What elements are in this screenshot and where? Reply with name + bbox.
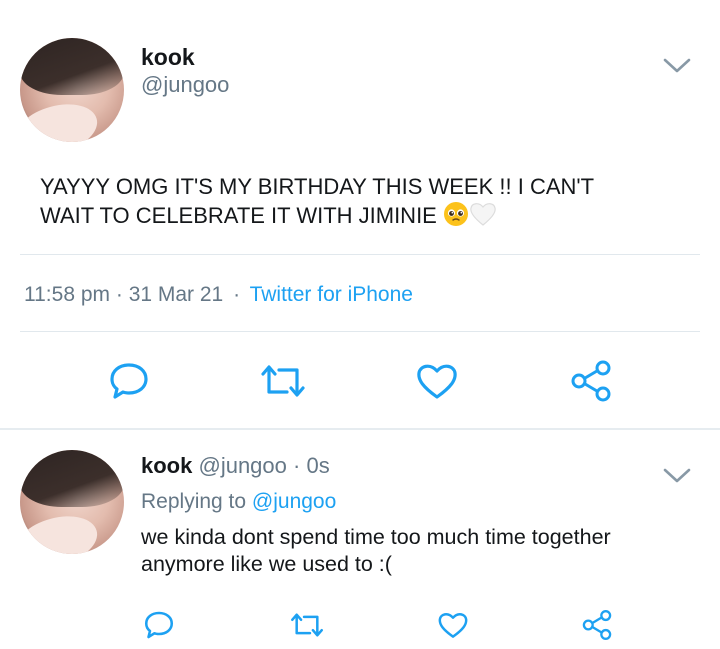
retweet-button[interactable] — [258, 356, 308, 406]
share-icon — [571, 360, 611, 402]
display-name[interactable]: kook — [141, 44, 195, 71]
chevron-down-icon[interactable] — [663, 58, 691, 74]
retweet-button[interactable] — [285, 606, 329, 644]
tweet-age: 0s — [306, 453, 330, 478]
reply-text: we kinda dont spend time too much time t… — [141, 524, 711, 578]
tweet-meta: 11:58 pm · 31 Mar 21 · Twitter for iPhon… — [24, 283, 413, 307]
avatar[interactable] — [20, 38, 124, 142]
chevron-down-icon[interactable] — [663, 468, 691, 484]
share-button[interactable] — [578, 606, 616, 644]
share-icon — [582, 610, 612, 640]
tweet-text-line-2-text: WAIT TO CELEBRATE IT WITH JIMINIE — [40, 203, 437, 228]
avatar-hand — [20, 95, 103, 142]
avatar[interactable] — [20, 450, 124, 554]
comment-icon — [144, 611, 174, 639]
reply-header: kook @jungoo · 0s — [141, 453, 330, 479]
meta-separator: · — [233, 283, 241, 306]
replying-to-label: Replying to — [141, 490, 247, 513]
avatar-hair — [20, 38, 124, 96]
white-heart-icon — [469, 201, 497, 234]
like-button[interactable] — [434, 606, 472, 644]
tweet-text-line-1: YAYYY OMG IT'S MY BIRTHDAY THIS WEEK !! … — [40, 174, 595, 199]
mention-link[interactable]: @jungoo — [252, 490, 336, 513]
reply-text-line-2: anymore like we used to :( — [141, 552, 392, 576]
divider — [20, 331, 700, 332]
reply-button[interactable] — [104, 356, 154, 406]
tweet-time: 11:58 pm — [24, 283, 110, 306]
avatar-hair — [20, 450, 124, 508]
tweet-text: YAYYY OMG IT'S MY BIRTHDAY THIS WEEK !! … — [40, 172, 700, 234]
heart-icon — [438, 613, 468, 638]
replying-to: Replying to @jungoo — [141, 490, 336, 514]
meta-separator: · — [115, 283, 123, 306]
section-divider — [0, 428, 720, 430]
reply-text-line-1: we kinda dont spend time too much time t… — [141, 525, 611, 549]
meta-separator: · — [293, 453, 301, 478]
user-handle[interactable]: @jungoo — [198, 453, 286, 478]
tweet-source-link[interactable]: Twitter for iPhone — [250, 283, 413, 306]
tweet-date: 31 Mar 21 — [128, 283, 224, 306]
display-name[interactable]: kook — [141, 453, 192, 478]
pleading-face-icon — [443, 201, 469, 234]
user-handle[interactable]: @jungoo — [141, 72, 229, 98]
avatar-hand — [20, 507, 103, 554]
like-button[interactable] — [412, 356, 462, 406]
retweet-icon — [291, 613, 323, 637]
reply-button[interactable] — [140, 606, 178, 644]
retweet-icon — [261, 365, 305, 397]
heart-icon — [417, 364, 457, 399]
divider — [20, 254, 700, 255]
share-button[interactable] — [566, 356, 616, 406]
tweet-text-line-2: WAIT TO CELEBRATE IT WITH JIMINIE — [40, 201, 700, 234]
comment-icon — [110, 363, 148, 399]
